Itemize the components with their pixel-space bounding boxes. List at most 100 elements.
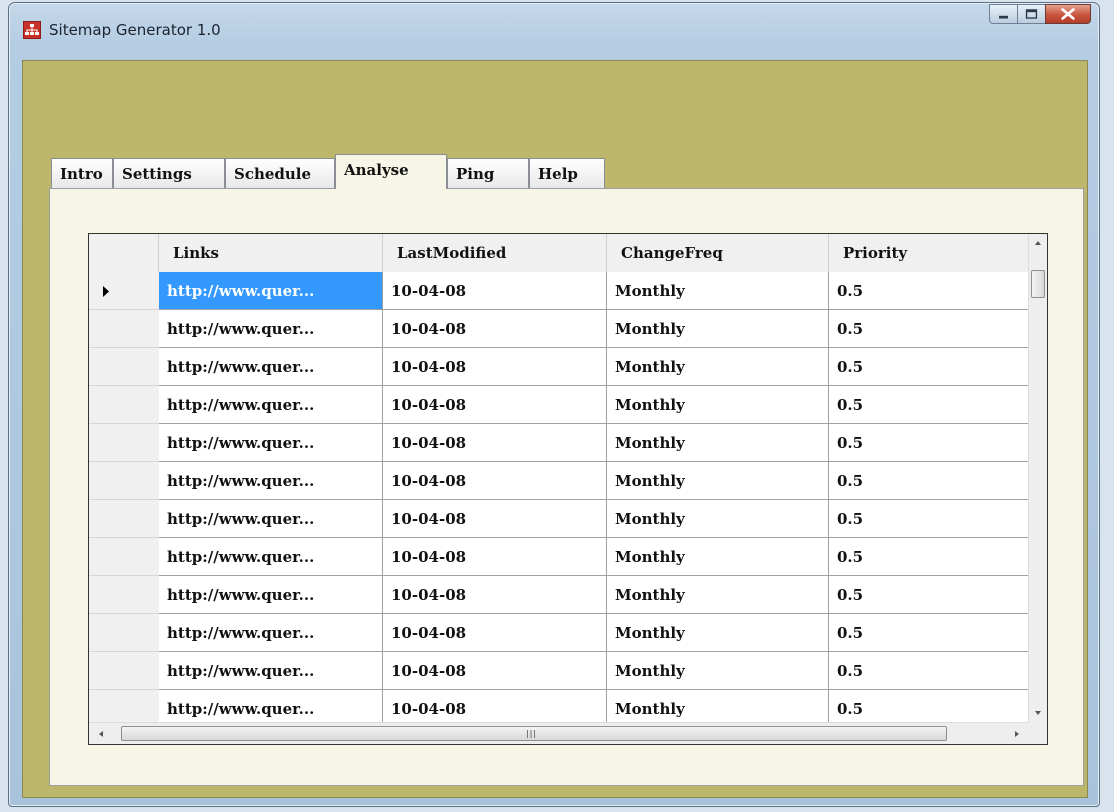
row-selector[interactable] xyxy=(89,386,159,424)
column-header-lastmodified[interactable]: LastModified xyxy=(383,234,607,272)
cell-link[interactable]: http://www.quer... xyxy=(159,576,383,614)
minimize-icon xyxy=(999,15,1008,19)
scroll-up-icon[interactable] xyxy=(1032,237,1044,249)
close-icon xyxy=(1061,8,1075,20)
scroll-left-icon[interactable] xyxy=(95,728,107,740)
current-row-arrow-icon xyxy=(103,286,109,297)
maximize-button[interactable] xyxy=(1017,4,1045,24)
cell-link[interactable]: http://www.quer... xyxy=(159,348,383,386)
cell-changefreq[interactable]: Monthly xyxy=(607,310,829,348)
horizontal-scrollbar[interactable] xyxy=(89,722,1029,744)
cell-lastmodified[interactable]: 10-04-08 xyxy=(383,348,607,386)
cell-lastmodified[interactable]: 10-04-08 xyxy=(383,500,607,538)
cell-changefreq[interactable]: Monthly xyxy=(607,538,829,576)
horizontal-scroll-thumb[interactable] xyxy=(121,726,947,741)
cell-link[interactable]: http://www.quer... xyxy=(159,272,383,310)
cell-changefreq[interactable]: Monthly xyxy=(607,614,829,652)
cell-lastmodified[interactable]: 10-04-08 xyxy=(383,424,607,462)
cell-lastmodified[interactable]: 10-04-08 xyxy=(383,310,607,348)
cell-changefreq[interactable]: Monthly xyxy=(607,348,829,386)
row-selector[interactable] xyxy=(89,462,159,500)
cell-lastmodified[interactable]: 10-04-08 xyxy=(383,576,607,614)
table-row[interactable]: http://www.quer... 10-04-08 Monthly 0.5 xyxy=(89,310,1029,348)
links-grid[interactable]: Links LastModified ChangeFreq Priority h… xyxy=(88,233,1048,745)
row-selector[interactable] xyxy=(89,538,159,576)
cell-priority[interactable]: 0.5 xyxy=(829,538,1029,576)
cell-link[interactable]: http://www.quer... xyxy=(159,386,383,424)
table-row[interactable]: http://www.quer... 10-04-08 Monthly 0.5 xyxy=(89,538,1029,576)
tab-ping[interactable]: Ping xyxy=(447,158,529,188)
table-row[interactable]: http://www.quer... 10-04-08 Monthly 0.5 xyxy=(89,462,1029,500)
client-area: Intro Settings Schedule Analyse Ping Hel… xyxy=(22,60,1088,798)
window-title: Sitemap Generator 1.0 xyxy=(49,21,221,39)
column-header-changefreq[interactable]: ChangeFreq xyxy=(607,234,829,272)
row-selector[interactable] xyxy=(89,348,159,386)
minimize-button[interactable] xyxy=(989,4,1017,24)
row-selector[interactable] xyxy=(89,652,159,690)
tab-schedule[interactable]: Schedule xyxy=(225,158,335,188)
tab-settings[interactable]: Settings xyxy=(113,158,225,188)
cell-changefreq[interactable]: Monthly xyxy=(607,462,829,500)
cell-changefreq[interactable]: Monthly xyxy=(607,386,829,424)
cell-priority[interactable]: 0.5 xyxy=(829,500,1029,538)
cell-lastmodified[interactable]: 10-04-08 xyxy=(383,386,607,424)
cell-lastmodified[interactable]: 10-04-08 xyxy=(383,652,607,690)
table-row[interactable]: http://www.quer... 10-04-08 Monthly 0.5 xyxy=(89,614,1029,652)
cell-link[interactable]: http://www.quer... xyxy=(159,652,383,690)
cell-priority[interactable]: 0.5 xyxy=(829,310,1029,348)
column-header-priority[interactable]: Priority xyxy=(829,234,1029,272)
cell-lastmodified[interactable]: 10-04-08 xyxy=(383,462,607,500)
cell-priority[interactable]: 0.5 xyxy=(829,652,1029,690)
cell-priority[interactable]: 0.5 xyxy=(829,614,1029,652)
vertical-scrollbar[interactable] xyxy=(1028,234,1047,722)
cell-priority[interactable]: 0.5 xyxy=(829,386,1029,424)
analyse-panel: Links LastModified ChangeFreq Priority h… xyxy=(49,188,1084,786)
table-row[interactable]: http://www.quer... 10-04-08 Monthly 0.5 xyxy=(89,348,1029,386)
row-selector[interactable] xyxy=(89,424,159,462)
table-row[interactable]: http://www.quer... 10-04-08 Monthly 0.5 xyxy=(89,500,1029,538)
tab-help[interactable]: Help xyxy=(529,158,605,188)
vertical-scroll-thumb[interactable] xyxy=(1031,270,1045,298)
row-selector[interactable] xyxy=(89,500,159,538)
table-row[interactable]: http://www.quer... 10-04-08 Monthly 0.5 xyxy=(89,272,1029,310)
row-selector[interactable] xyxy=(89,310,159,348)
cell-changefreq[interactable]: Monthly xyxy=(607,424,829,462)
cell-changefreq[interactable]: Monthly xyxy=(607,272,829,310)
cell-link[interactable]: http://www.quer... xyxy=(159,310,383,348)
grip-icon xyxy=(527,730,535,738)
cell-priority[interactable]: 0.5 xyxy=(829,462,1029,500)
cell-link[interactable]: http://www.quer... xyxy=(159,500,383,538)
tab-analyse[interactable]: Analyse xyxy=(335,154,447,189)
cell-priority[interactable]: 0.5 xyxy=(829,348,1029,386)
close-button[interactable] xyxy=(1045,4,1091,24)
cell-lastmodified[interactable]: 10-04-08 xyxy=(383,614,607,652)
cell-changefreq[interactable]: Monthly xyxy=(607,652,829,690)
grid-header: Links LastModified ChangeFreq Priority xyxy=(89,234,1029,273)
cell-link[interactable]: http://www.quer... xyxy=(159,614,383,652)
table-row[interactable]: http://www.quer... 10-04-08 Monthly 0.5 xyxy=(89,424,1029,462)
maximize-icon xyxy=(1025,9,1038,19)
cell-lastmodified[interactable]: 10-04-08 xyxy=(383,538,607,576)
cell-changefreq[interactable]: Monthly xyxy=(607,500,829,538)
cell-link[interactable]: http://www.quer... xyxy=(159,424,383,462)
table-row[interactable]: http://www.quer... 10-04-08 Monthly 0.5 xyxy=(89,386,1029,424)
cell-link[interactable]: http://www.quer... xyxy=(159,462,383,500)
scroll-down-icon[interactable] xyxy=(1032,707,1044,719)
row-selector[interactable] xyxy=(89,614,159,652)
table-row[interactable]: http://www.quer... 10-04-08 Monthly 0.5 xyxy=(89,576,1029,614)
table-row[interactable]: http://www.quer... 10-04-08 Monthly 0.5 xyxy=(89,652,1029,690)
title-bar[interactable]: Sitemap Generator 1.0 xyxy=(9,3,1099,53)
row-header-corner xyxy=(89,234,159,272)
cell-priority[interactable]: 0.5 xyxy=(829,272,1029,310)
cell-priority[interactable]: 0.5 xyxy=(829,576,1029,614)
column-header-links[interactable]: Links xyxy=(159,234,383,272)
cell-lastmodified[interactable]: 10-04-08 xyxy=(383,272,607,310)
tab-intro[interactable]: Intro xyxy=(51,158,113,188)
cell-priority[interactable]: 0.5 xyxy=(829,424,1029,462)
row-selector[interactable] xyxy=(89,576,159,614)
sitemap-icon[interactable] xyxy=(23,21,41,39)
cell-changefreq[interactable]: Monthly xyxy=(607,576,829,614)
cell-link[interactable]: http://www.quer... xyxy=(159,538,383,576)
scroll-right-icon[interactable] xyxy=(1011,728,1023,740)
row-selector[interactable] xyxy=(89,272,159,310)
